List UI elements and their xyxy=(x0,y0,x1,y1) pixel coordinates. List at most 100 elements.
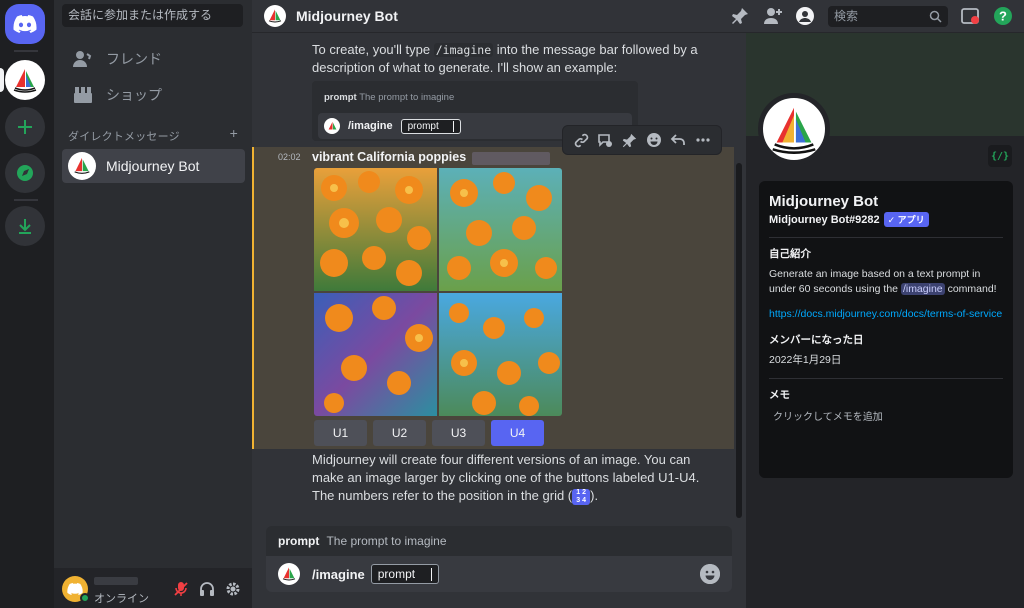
avatar xyxy=(68,152,96,180)
search-placeholder: 検索 xyxy=(834,9,859,23)
user-profile-panel: {/} Midjourney Bot Midjourney Bot#9282 ✓… xyxy=(746,33,1024,608)
profile-avatar[interactable] xyxy=(758,93,830,165)
about-text-2: command! xyxy=(947,283,997,295)
about-text: Generate an image based on a text prompt… xyxy=(769,267,1003,297)
smile-icon xyxy=(647,133,662,147)
composer-command: /imagine xyxy=(312,566,365,582)
inbox-button[interactable] xyxy=(960,6,980,26)
about-command[interactable]: /imagine xyxy=(900,283,945,295)
message-composer[interactable]: /imagine prompt xyxy=(266,556,732,592)
rail-divider xyxy=(14,199,38,201)
message-actions-toolbar xyxy=(562,125,722,155)
download-icon xyxy=(19,219,31,234)
dm-section-header: ダイレクトメッセージ + xyxy=(68,126,238,144)
rail-divider xyxy=(14,50,38,52)
app-badge: ✓ アプリ xyxy=(883,212,929,227)
profile-tag-row: Midjourney Bot#9282 ✓ アプリ xyxy=(769,212,1003,227)
user-status-text: オンライン xyxy=(94,593,149,605)
sailboat-icon xyxy=(268,9,282,23)
sailboat-icon xyxy=(13,69,37,93)
terms-link[interactable]: https://docs.midjourney.com/docs/terms-o… xyxy=(769,307,1003,322)
example-command: /imagine xyxy=(348,120,393,132)
sailboat-icon xyxy=(74,157,90,174)
mute-mic-button[interactable] xyxy=(172,580,190,598)
outro-text: Midjourney will create four different ve… xyxy=(312,452,700,503)
generated-image-grid[interactable] xyxy=(314,168,562,416)
chat-scrollbar[interactable] xyxy=(736,163,742,518)
more-icon xyxy=(696,138,710,142)
sailboat-icon xyxy=(282,567,296,581)
user-settings-button[interactable] xyxy=(224,580,242,598)
intro-text-1: To create, you'll type xyxy=(312,42,431,57)
online-status-dot xyxy=(80,593,90,603)
explore-servers-button[interactable] xyxy=(5,153,45,193)
active-developer-badge[interactable]: {/} xyxy=(988,145,1012,167)
emoji-picker-button[interactable] xyxy=(700,564,720,584)
intro-message: To create, you'll type /imagine into the… xyxy=(312,41,712,77)
friends-icon xyxy=(72,48,94,70)
pin-message-button[interactable] xyxy=(621,131,639,149)
profile-name: Midjourney Bot xyxy=(769,193,879,210)
add-server-button[interactable] xyxy=(5,107,45,147)
sailboat-icon xyxy=(328,121,336,130)
add-reaction-button[interactable] xyxy=(645,131,663,149)
example-prompt-chip: prompt xyxy=(400,118,461,134)
channel-header: Midjourney Bot 検索 ? xyxy=(252,0,1024,33)
sidebar-item-shop[interactable]: ショップ xyxy=(62,78,245,112)
example-chip-label: prompt xyxy=(407,120,439,132)
download-apps-button[interactable] xyxy=(5,206,45,246)
prompt-option-input[interactable]: prompt xyxy=(370,564,440,584)
about-heading: 自己紹介 xyxy=(769,248,811,260)
help-icon: ? xyxy=(994,7,1012,25)
more-options-button[interactable] xyxy=(694,131,712,149)
midjourney-server-button[interactable] xyxy=(5,60,45,100)
divider xyxy=(769,378,1003,379)
upscale-button-u3[interactable]: U3 xyxy=(432,420,485,446)
highlighted-message: 02:02 vibrant California poppies U1 U2 U… xyxy=(252,147,734,449)
profile-tag: Midjourney Bot#9282 xyxy=(769,213,880,226)
dm-sidebar: 会話に参加または作成する フレンド ショップ ダイレクトメッセージ + Midj… xyxy=(54,0,252,608)
pinned-messages-button[interactable] xyxy=(730,6,750,26)
mic-muted-icon xyxy=(174,582,188,596)
sidebar-item-friends[interactable]: フレンド xyxy=(62,42,245,76)
add-friends-to-dm-button[interactable] xyxy=(763,6,783,26)
profile-icon xyxy=(796,7,814,25)
chat-area: To create, you'll type /imagine into the… xyxy=(252,33,746,608)
example-hint: prompt The prompt to imagine xyxy=(324,92,454,103)
inbox-icon xyxy=(961,8,979,24)
dm-header-label: ダイレクトメッセージ xyxy=(68,131,180,143)
reply-button[interactable] xyxy=(669,131,687,149)
create-thread-button[interactable] xyxy=(596,131,614,149)
svg-text:?: ? xyxy=(999,9,1007,24)
search-input[interactable]: 検索 xyxy=(828,6,948,27)
dm-item-label: Midjourney Bot xyxy=(106,158,200,174)
pin-icon xyxy=(623,133,637,147)
upscale-button-u1[interactable]: U1 xyxy=(314,420,367,446)
create-dm-button[interactable]: + xyxy=(230,126,238,144)
grid-badge-bottom: 3 4 xyxy=(576,496,586,504)
deafen-button[interactable] xyxy=(198,580,216,598)
user-profile-toggle[interactable] xyxy=(795,6,815,26)
upscale-button-u4[interactable]: U4 xyxy=(491,420,544,446)
intro-code: /imagine xyxy=(433,43,494,57)
copy-link-button[interactable] xyxy=(572,131,590,149)
member-since-date: 2022年1月29日 xyxy=(769,354,842,366)
link-icon xyxy=(574,133,588,147)
pin-icon xyxy=(732,8,748,24)
outro-end: ). xyxy=(590,488,599,503)
upscale-button-u2[interactable]: U2 xyxy=(373,420,426,446)
hint-label: prompt xyxy=(278,534,320,548)
note-input[interactable]: クリックしてメモを追加 xyxy=(773,408,1003,423)
dm-item-midjourney-bot[interactable]: Midjourney Bot xyxy=(62,149,245,183)
sidebar-item-label: フレンド xyxy=(106,51,162,67)
example-hint-text: The prompt to imagine xyxy=(359,92,455,103)
grid-badge-top: 1 2 xyxy=(576,488,586,496)
member-since-heading: メンバーになった日 xyxy=(769,334,864,346)
discord-home-button[interactable] xyxy=(5,4,45,44)
find-conversation-input[interactable]: 会話に参加または作成する xyxy=(62,4,243,27)
user-panel: オンライン xyxy=(54,568,252,608)
poppies-image xyxy=(314,168,562,416)
help-button[interactable]: ? xyxy=(993,6,1013,26)
headphones-icon xyxy=(200,582,214,596)
redacted-mention xyxy=(472,152,550,165)
